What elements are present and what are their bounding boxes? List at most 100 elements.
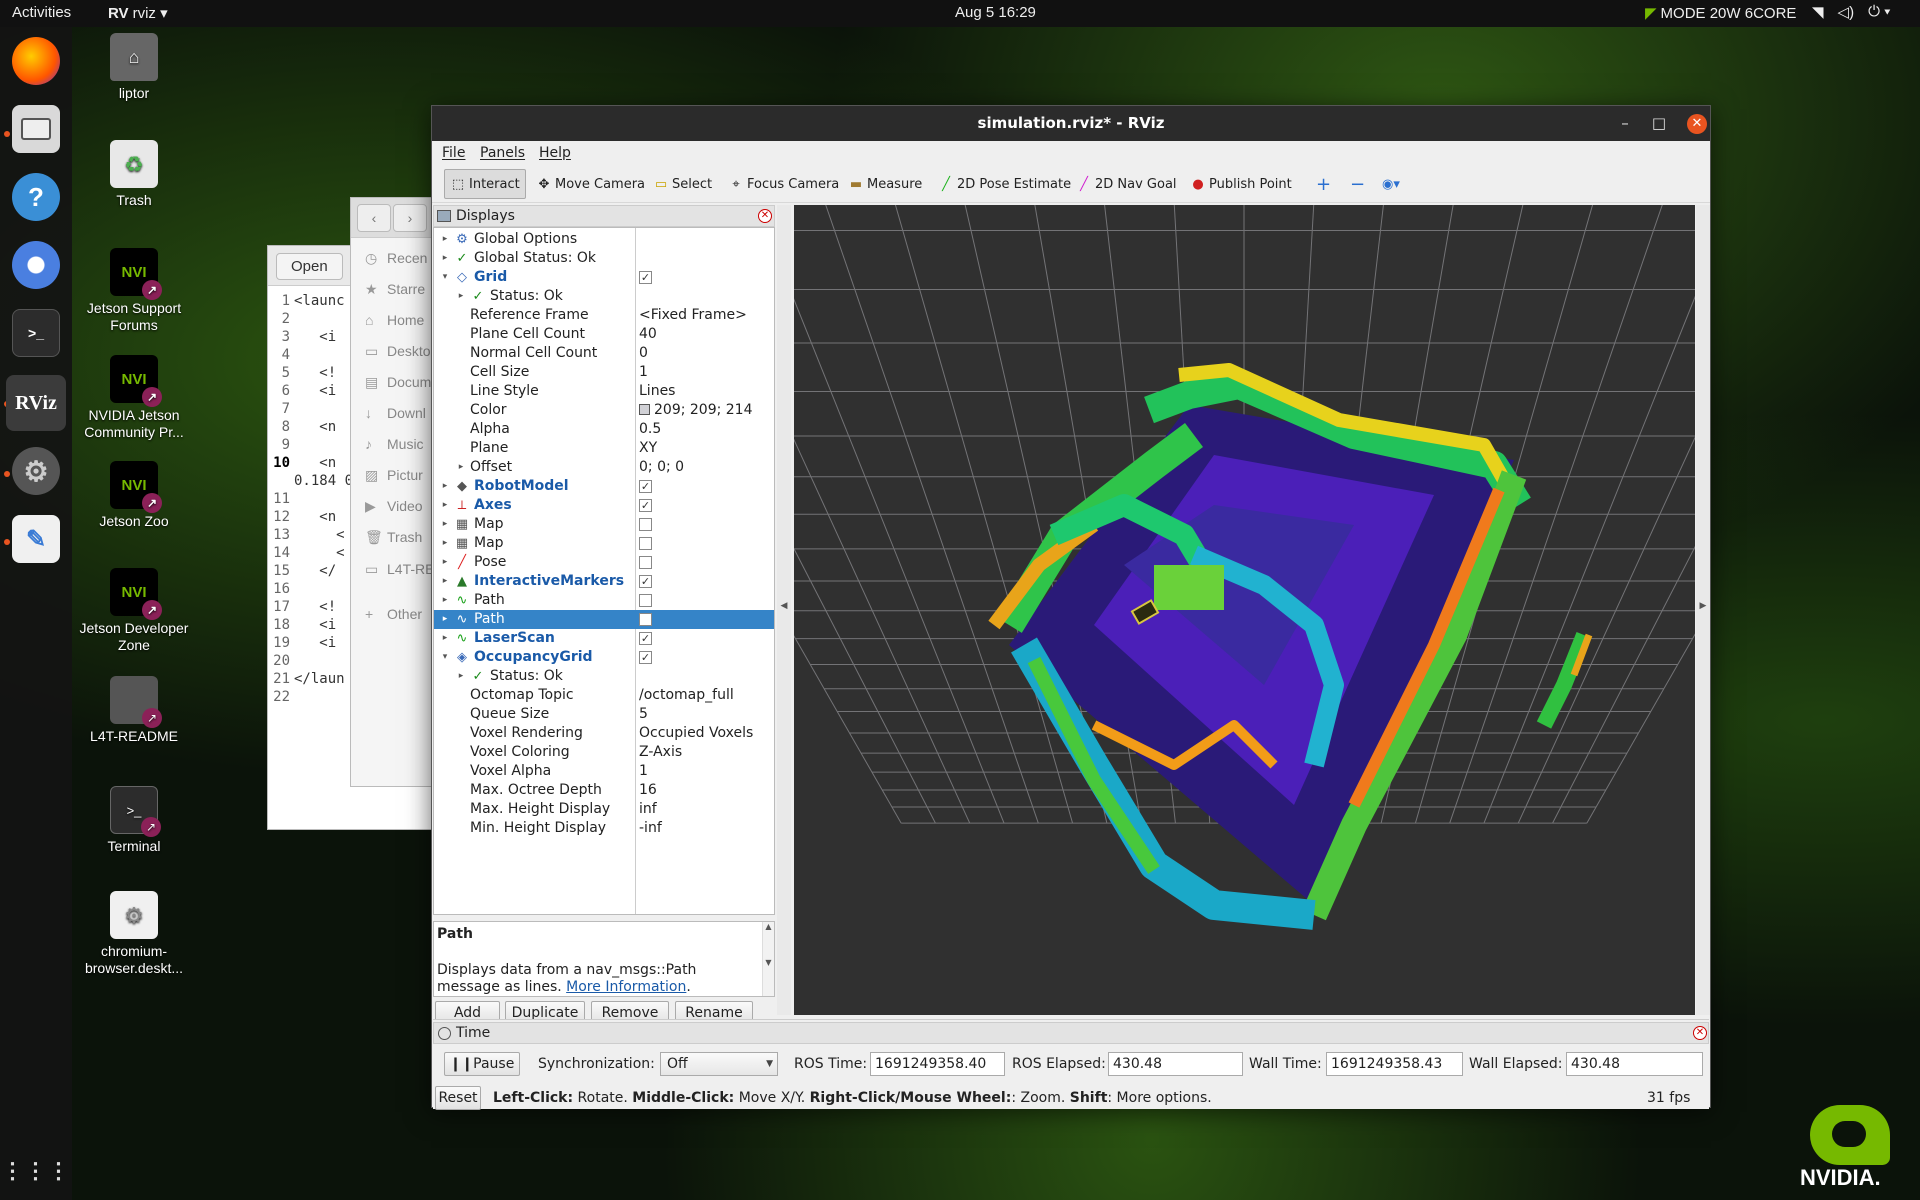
enabled-checkbox[interactable]: ✓ [639, 651, 652, 664]
tree-row-grid[interactable]: ▾ ◇ Grid ✓ [434, 268, 774, 287]
settings-icon[interactable]: ⚙ [12, 447, 60, 495]
property-value[interactable]: -inf [639, 819, 662, 838]
menu-panels[interactable]: Panels [480, 145, 525, 161]
terminal-icon[interactable]: >_ [12, 309, 60, 357]
tree-row-status-ok[interactable]: ▸ ✓ Status: Ok [434, 667, 774, 686]
reset-button[interactable]: Reset [435, 1086, 481, 1110]
expand-arrow-open-icon[interactable]: ▾ [440, 648, 450, 667]
desktop-icon-home[interactable]: ⌂ liptor [74, 33, 194, 102]
files-sidebar-item[interactable]: ▭ L4T-RE [365, 561, 434, 578]
tree-row-voxel-alpha[interactable]: Voxel Alpha 1 [434, 762, 774, 781]
displays-tree[interactable]: ▸ ⚙ Global Options ▸ ✓ Global Status: Ok ▾ ◇ Gri… [433, 227, 775, 915]
activities-button[interactable]: Activities [12, 4, 71, 21]
enabled-checkbox[interactable]: ✓ [639, 480, 652, 493]
property-value[interactable]: 0 [639, 344, 648, 363]
app-grid-icon[interactable]: ⋮⋮⋮ [2, 1147, 70, 1195]
expand-arrow-icon[interactable]: ▸ [440, 553, 450, 572]
tree-row-cell-size[interactable]: Cell Size 1 [434, 363, 774, 382]
tree-row-offset[interactable]: ▸ Offset 0; 0; 0 [434, 458, 774, 477]
editor-text-area[interactable]: 1 <launc 2 3 <i 4 5 <! 6 <i 7 8 <n 9 10 <n 0.184 01… [268, 292, 353, 706]
maximize-button[interactable]: □ [1642, 106, 1676, 141]
tree-row-laserscan[interactable]: ▸ ∿ LaserScan ✓ [434, 629, 774, 648]
property-value[interactable]: <Fixed Frame> [639, 306, 747, 325]
disabled-checkbox[interactable] [639, 594, 652, 607]
tool-2d-nav-goal[interactable]: ╱ 2D Nav Goal [1070, 169, 1183, 199]
tree-row-occupancygrid[interactable]: ▾ ◈ OccupancyGrid ✓ [434, 648, 774, 667]
desktop-icon-terminal[interactable]: >_ ↗ Terminal [74, 786, 194, 855]
files-sidebar-item[interactable]: + Other [365, 606, 422, 622]
enabled-checkbox[interactable]: ✓ [639, 632, 652, 645]
expand-arrow-icon[interactable]: ▸ [440, 534, 450, 553]
expand-arrow-icon[interactable]: ▸ [456, 458, 466, 477]
text-editor-icon[interactable]: ✎ [12, 515, 60, 563]
right-dock-handle[interactable]: ▶ [1696, 205, 1710, 1015]
property-value[interactable]: 5 [639, 705, 648, 724]
enabled-checkbox[interactable]: ✓ [639, 271, 652, 284]
expand-arrow-icon[interactable]: ▸ [440, 610, 450, 629]
files-sidebar-item[interactable]: ⌂ Home [365, 312, 424, 328]
app-menu[interactable]: RV rviz ▾ [108, 4, 168, 22]
menu-help[interactable]: Help [539, 145, 571, 161]
ros-time-field[interactable]: 1691249358.40 [870, 1052, 1005, 1076]
desktop-icon-jetson-community[interactable]: NVI ↗ NVIDIA Jetson Community Pr... [74, 355, 194, 441]
property-value[interactable]: XY [639, 439, 657, 458]
rviz-icon[interactable]: RViz [6, 375, 66, 431]
tree-row-reference-frame[interactable]: Reference Frame <Fixed Frame> [434, 306, 774, 325]
tree-row-voxel-coloring[interactable]: Voxel Coloring Z-Axis [434, 743, 774, 762]
files-sidebar-item[interactable]: ▨ Pictur [365, 467, 423, 484]
minimize-button[interactable]: – [1608, 106, 1642, 141]
enabled-checkbox[interactable]: ✓ [639, 499, 652, 512]
tree-row-plane[interactable]: Plane XY [434, 439, 774, 458]
wall-elapsed-field[interactable]: 430.48 [1566, 1052, 1703, 1076]
files-sidebar-item[interactable]: 🗑 Trash [365, 529, 422, 546]
expand-arrow-icon[interactable]: ▸ [456, 667, 466, 686]
tree-row-map[interactable]: ▸ ▦ Map [434, 515, 774, 534]
tree-row-color[interactable]: Color 209; 209; 214 [434, 401, 774, 420]
chromium-icon[interactable] [12, 241, 60, 289]
property-value[interactable]: 0; 0; 0 [639, 458, 684, 477]
add-tool-icon[interactable]: + [1310, 169, 1337, 199]
files-sidebar-item[interactable]: ★ Starre [365, 281, 425, 298]
property-value[interactable]: 1 [639, 363, 648, 382]
power-mode-indicator[interactable]: ◤ MODE 20W 6CORE [1645, 4, 1796, 22]
tree-row-global-options[interactable]: ▸ ⚙ Global Options [434, 230, 774, 249]
property-value[interactable]: 1 [639, 762, 648, 781]
enabled-checkbox[interactable]: ✓ [639, 575, 652, 588]
desktop-icon-jetson-developer-zone[interactable]: NVI ↗ Jetson Developer Zone [74, 568, 194, 654]
color-swatch-icon[interactable] [639, 404, 650, 415]
expand-arrow-icon[interactable]: ▸ [440, 496, 450, 515]
view-options-icon[interactable]: ◉▾ [1376, 169, 1406, 199]
3d-scene[interactable] [794, 205, 1695, 1015]
ros-elapsed-field[interactable]: 430.48 [1108, 1052, 1243, 1076]
desktop-icon-jetson-zoo[interactable]: NVI ↗ Jetson Zoo [74, 461, 194, 530]
files-sidebar-item[interactable]: ▤ Docum [365, 374, 431, 391]
property-value[interactable]: 209; 209; 214 [639, 401, 753, 420]
sync-dropdown[interactable]: Off ▼ [660, 1052, 778, 1076]
tree-row-line-style[interactable]: Line Style Lines [434, 382, 774, 401]
expand-arrow-icon[interactable]: ▸ [440, 249, 450, 268]
back-button[interactable]: ‹ [357, 204, 391, 232]
remove-tool-icon[interactable]: − [1344, 169, 1371, 199]
tree-row-path[interactable]: ▸ ∿ Path [434, 610, 774, 629]
desktop-icon-l4t-readme[interactable]: ↗ L4T-README [74, 676, 194, 745]
disabled-checkbox[interactable] [639, 537, 652, 550]
expand-arrow-icon[interactable]: ▸ [440, 477, 450, 496]
expand-arrow-open-icon[interactable]: ▾ [440, 268, 450, 287]
property-value[interactable]: inf [639, 800, 657, 819]
tree-row-octomap-topic[interactable]: Octomap Topic/octomap_full [434, 686, 774, 705]
wall-time-field[interactable]: 1691249358.43 [1326, 1052, 1463, 1076]
tool-select[interactable]: ▭ Select [647, 169, 718, 199]
forward-button[interactable]: › [393, 204, 427, 232]
tree-row-global-status-ok[interactable]: ▸ ✓ Global Status: Ok [434, 249, 774, 268]
firefox-icon[interactable] [12, 37, 60, 85]
tree-row-plane-cell-count[interactable]: Plane Cell Count 40 [434, 325, 774, 344]
close-button[interactable]: ✕ [1687, 114, 1707, 134]
files-sidebar-item[interactable]: ◷ Recen [365, 250, 427, 267]
panel-close-icon[interactable]: ✕ [1693, 1026, 1707, 1040]
files-sidebar-item[interactable]: ♪ Music [365, 436, 424, 452]
tool-interact[interactable]: ⬚ Interact [444, 169, 526, 199]
open-button[interactable]: Open [276, 253, 343, 280]
panel-close-icon[interactable]: ✕ [758, 209, 772, 223]
files-sidebar-item[interactable]: ▶ Video [365, 498, 423, 515]
property-value[interactable]: 16 [639, 781, 657, 800]
